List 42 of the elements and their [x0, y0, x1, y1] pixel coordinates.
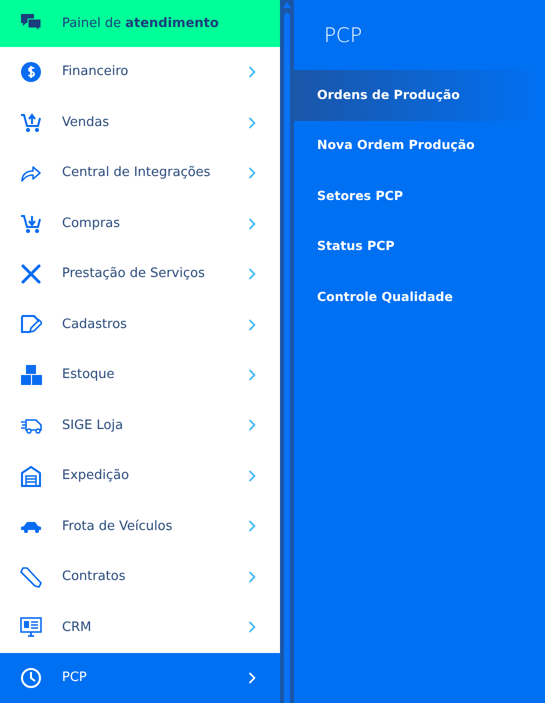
- menu-item[interactable]: CRM: [0, 602, 280, 653]
- menu-item[interactable]: Vendas: [0, 97, 280, 148]
- menu-item[interactable]: Estoque: [0, 350, 280, 400]
- chevron-right-icon: [248, 318, 256, 331]
- edit-icon: [20, 314, 42, 336]
- submenu-item[interactable]: Nova Ordem Produção: [294, 120, 545, 171]
- menu-item[interactable]: Central de Integrações: [0, 148, 280, 198]
- menu-item[interactable]: Compras: [0, 198, 280, 249]
- chevron-right-icon: [248, 621, 256, 634]
- submenu-item[interactable]: Setores PCP: [294, 171, 545, 222]
- submenu-item[interactable]: Status PCP: [294, 222, 545, 272]
- scrollbar[interactable]: [280, 0, 294, 703]
- submenu-item[interactable]: Controle Qualidade: [294, 272, 545, 322]
- clock-icon: [20, 666, 42, 689]
- monitor-icon: [20, 616, 42, 638]
- chevron-right-icon: [248, 66, 256, 78]
- chevron-right-icon: [248, 470, 256, 482]
- submenu-title: PCP: [324, 23, 362, 47]
- chevron-right-icon: [248, 672, 256, 684]
- warehouse-icon: [20, 464, 42, 487]
- menu-item[interactable]: PCP: [0, 652, 280, 703]
- scrollbar-thumb[interactable]: [284, 13, 290, 703]
- chevron-right-icon: [248, 268, 256, 280]
- cart-down-arrow-icon: [20, 212, 42, 235]
- menu-item[interactable]: Prestação de Serviços: [0, 248, 280, 300]
- chevron-right-icon: [248, 116, 256, 129]
- chevron-right-icon: [248, 520, 256, 532]
- menu-item[interactable]: Cadastros: [0, 299, 280, 350]
- chevron-right-icon: [248, 419, 256, 432]
- menu-item[interactable]: Contratos: [0, 552, 280, 602]
- menu-item[interactable]: SIGE Loja: [0, 400, 280, 451]
- menu-item[interactable]: Financeiro: [0, 46, 280, 98]
- dollar-coin-icon: [20, 61, 42, 84]
- boxes-icon: [20, 364, 42, 386]
- scroll-up-arrow-icon[interactable]: [283, 2, 291, 8]
- chevron-right-icon: [248, 167, 256, 180]
- cart-up-arrow-icon: [20, 112, 42, 134]
- chevron-right-icon: [248, 218, 256, 230]
- chevron-right-icon: [248, 369, 256, 382]
- chevron-right-icon: [248, 570, 256, 583]
- menu-item[interactable]: Frota de Veículos: [0, 501, 280, 552]
- menu-item[interactable]: Expedição: [0, 450, 280, 502]
